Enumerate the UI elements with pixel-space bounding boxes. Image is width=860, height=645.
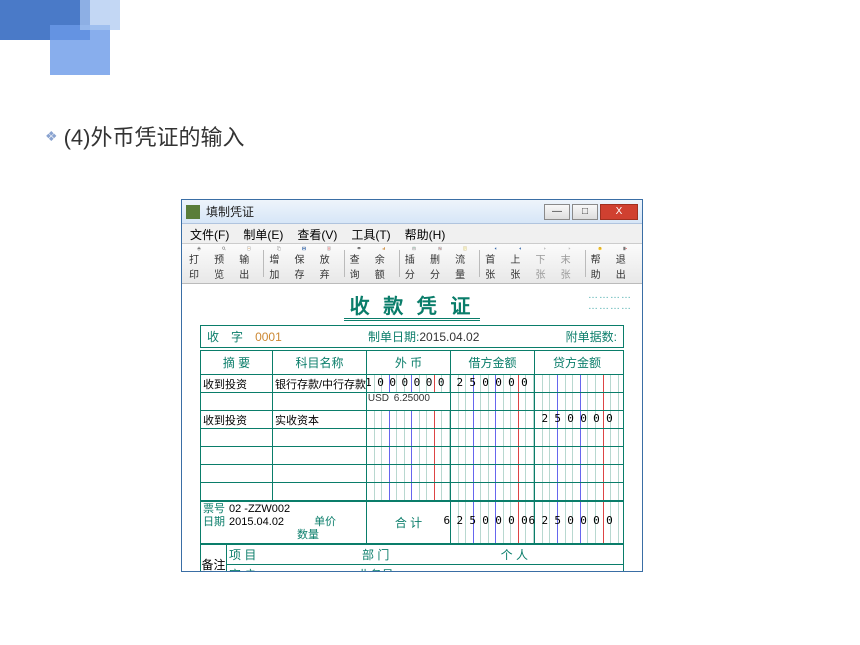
grid-row-2b[interactable] [201, 465, 623, 483]
voucher-grid: 摘 要 科目名称 外 币 借方金额 贷方金额 收到投资 银行存款/中行存款 10… [200, 350, 624, 544]
remark-block: 备注 项 目 部 门 个 人 客 户 业务员 [200, 544, 624, 571]
voucher-form: …………………… 收 款 凭 证 收 字 0001 制单日期:2015.04.0… [182, 284, 642, 571]
col-subject: 科目名称 [273, 351, 367, 374]
menubar: 文件(F) 制单(E) 查看(V) 工具(T) 帮助(H) [182, 224, 642, 244]
menu-make[interactable]: 制单(E) [243, 226, 283, 241]
col-foreign: 外 币 [367, 351, 451, 374]
tool-balance[interactable]: 余额 [372, 246, 397, 281]
debit-amount: 6250000 [451, 376, 534, 389]
person-k: 个 人 [484, 545, 544, 564]
credit-amount: 6250000 [535, 412, 619, 425]
fx-rate: 6.25000 [394, 393, 430, 404]
date-label: 制单日期: [368, 330, 419, 344]
voucher-title: 收 款 凭 证 [192, 290, 632, 319]
menu-view[interactable]: 查看(V) [297, 226, 337, 241]
type-unit: 字 [231, 330, 243, 344]
sum-label: 合 计 [367, 502, 451, 543]
ticket-no: 02 -ZZW002 [229, 503, 290, 516]
tool-last[interactable]: 末张 [558, 246, 583, 281]
tool-help[interactable]: ?帮助 [588, 246, 613, 281]
remark-label: 备注 [201, 545, 227, 571]
debit-total: 6250000 [444, 514, 534, 527]
tool-export[interactable]: 输出 [236, 246, 261, 281]
grid-row-2a[interactable] [201, 447, 623, 465]
attach-label: 附单据数: [566, 330, 617, 344]
voucher-window: 填制凭证 — □ X 文件(F) 制单(E) 查看(V) 工具(T) 帮助(H)… [181, 199, 643, 572]
tool-insert-entry[interactable]: 插分 [402, 246, 427, 281]
tool-preview[interactable]: 预览 [211, 246, 236, 281]
col-summary: 摘 要 [201, 351, 273, 374]
dotted-deco: …………………… [588, 290, 632, 312]
bullet-text: (4)外币凭证的输入 [64, 120, 245, 152]
fx-ccy: USD [367, 393, 391, 404]
bullet-row: ❖ (4)外币凭证的输入 [45, 120, 244, 152]
credit-total: 6250000 [529, 514, 619, 527]
tool-save[interactable]: 保存 [291, 246, 316, 281]
project-k: 项 目 [227, 545, 267, 564]
window-title: 填制凭证 [206, 203, 544, 220]
col-credit: 贷方金额 [535, 351, 619, 374]
row-date: 2015.04.02 [229, 516, 284, 529]
grid-row-1b[interactable] [201, 429, 623, 447]
totals-row: 票号02 -ZZW002 日期2015.04.02 单价 数量 合 计 6250… [201, 501, 623, 543]
grid-row-1a[interactable]: 收到投资 实收资本 6250000 [201, 411, 623, 429]
tool-print[interactable]: 打印 [186, 246, 211, 281]
tool-prev[interactable]: 上张 [507, 246, 532, 281]
menu-help[interactable]: 帮助(H) [405, 226, 446, 241]
bullet-icon: ❖ [45, 128, 58, 145]
tool-add[interactable]: 增加 [266, 246, 291, 281]
voucher-seq[interactable]: 0001 [255, 330, 282, 344]
tool-exit[interactable]: 退出 [613, 246, 638, 281]
col-debit: 借方金额 [451, 351, 535, 374]
titlebar[interactable]: 填制凭证 — □ X [182, 200, 642, 224]
grid-row-3a[interactable] [201, 483, 623, 501]
grid-row-0a[interactable]: 收到投资 银行存款/中行存款 1000000 6250000 [201, 375, 623, 393]
maximize-button[interactable]: □ [572, 204, 598, 220]
tool-abandon[interactable]: 放弃 [317, 246, 342, 281]
voucher-date[interactable]: 2015.04.02 [419, 330, 479, 344]
fx-amount: 1000000 [367, 376, 450, 389]
minimize-button[interactable]: — [544, 204, 570, 220]
tool-first[interactable]: 首张 [482, 246, 507, 281]
voucher-header: 收 字 0001 制单日期:2015.04.02 附单据数: [200, 325, 624, 348]
menu-file[interactable]: 文件(F) [190, 226, 229, 241]
type-label: 收 [207, 330, 219, 344]
biz-k: 业务员 [346, 565, 406, 571]
customer-k: 客 户 [227, 565, 267, 571]
app-icon [186, 205, 200, 219]
tool-query[interactable]: 查询 [347, 246, 372, 281]
tool-delete-entry[interactable]: 删分 [427, 246, 452, 281]
close-button[interactable]: X [600, 204, 638, 220]
tool-cashflow[interactable]: 流量 [452, 246, 477, 281]
tool-next[interactable]: 下张 [532, 246, 557, 281]
dept-k: 部 门 [346, 545, 406, 564]
toolbar: 打印 预览 输出 增加 保存 放弃 查询 余额 插分 删分 流量 首张 上张 下… [182, 244, 642, 284]
grid-row-0b[interactable]: USD 6.25000 [201, 393, 623, 411]
menu-tools[interactable]: 工具(T) [351, 226, 390, 241]
